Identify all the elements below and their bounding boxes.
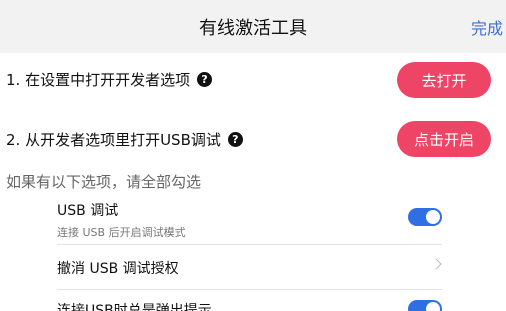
option-usb-debugging[interactable]: USB 调试 连接 USB 后开启调试模式 [57, 200, 442, 240]
option-usb-prompt[interactable]: 连接USB时总是弹出提示 [57, 300, 442, 311]
step-2-text: 2. 从开发者选项里打开USB调试 [6, 130, 221, 149]
toggle-knob [426, 302, 440, 311]
open-developer-options-button[interactable]: 去打开 [397, 62, 491, 98]
hint-text: 如果有以下选项，请全部勾选 [6, 173, 202, 191]
divider [57, 244, 442, 245]
step-1-row: 1. 在设置中打开开发者选项 ? [6, 62, 213, 96]
option-title: 连接USB时总是弹出提示 [57, 303, 212, 311]
usb-debugging-toggle[interactable] [408, 208, 442, 226]
option-revoke-usb-authorization[interactable]: 撤消 USB 调试授权 [57, 258, 442, 278]
top-bar: 有线激活工具 完成 [0, 0, 506, 53]
option-subtitle: 连接 USB 后开启调试模式 [57, 226, 186, 239]
divider [57, 289, 442, 290]
help-icon[interactable]: ? [197, 71, 213, 87]
toggle-knob [426, 210, 440, 224]
enable-usb-debugging-button[interactable]: 点击开启 [397, 121, 491, 157]
help-icon[interactable]: ? [227, 131, 243, 147]
step-1-text: 1. 在设置中打开开发者选项 [6, 70, 191, 89]
page-title: 有线激活工具 [199, 18, 307, 39]
step-2-row: 2. 从开发者选项里打开USB调试 ? [6, 122, 243, 156]
option-title: 撤消 USB 调试授权 [57, 261, 179, 277]
done-button[interactable]: 完成 [471, 15, 503, 39]
usb-prompt-toggle[interactable] [408, 300, 442, 311]
option-title: USB 调试 [57, 203, 119, 219]
